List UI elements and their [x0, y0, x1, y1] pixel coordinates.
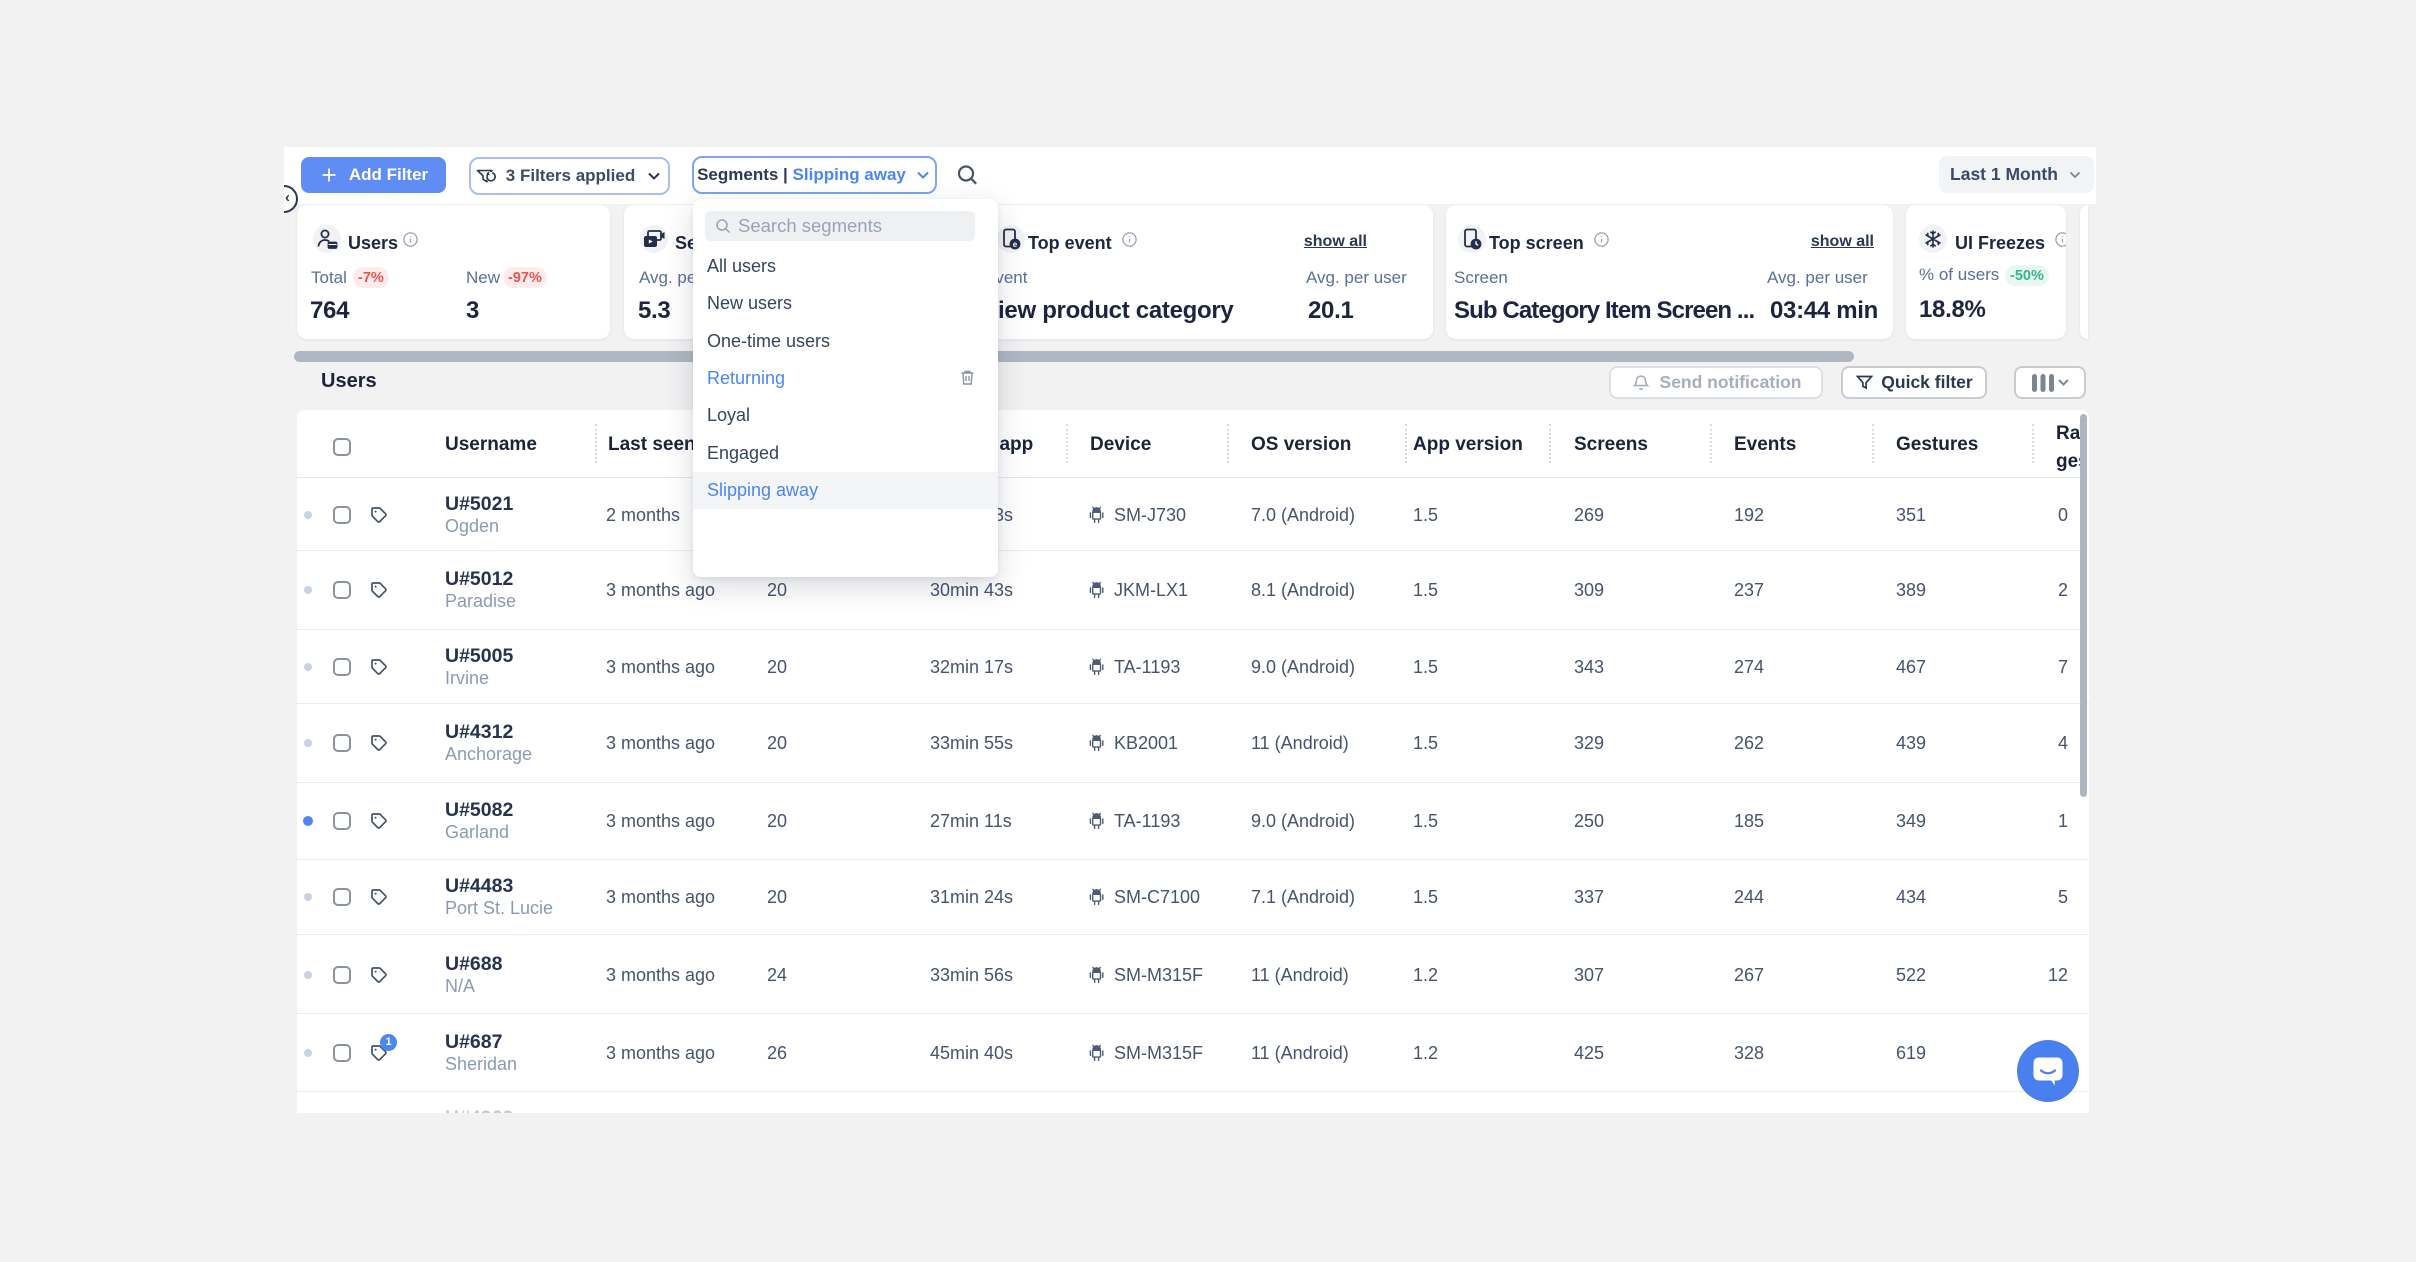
svg-text:e: e — [1013, 240, 1018, 249]
